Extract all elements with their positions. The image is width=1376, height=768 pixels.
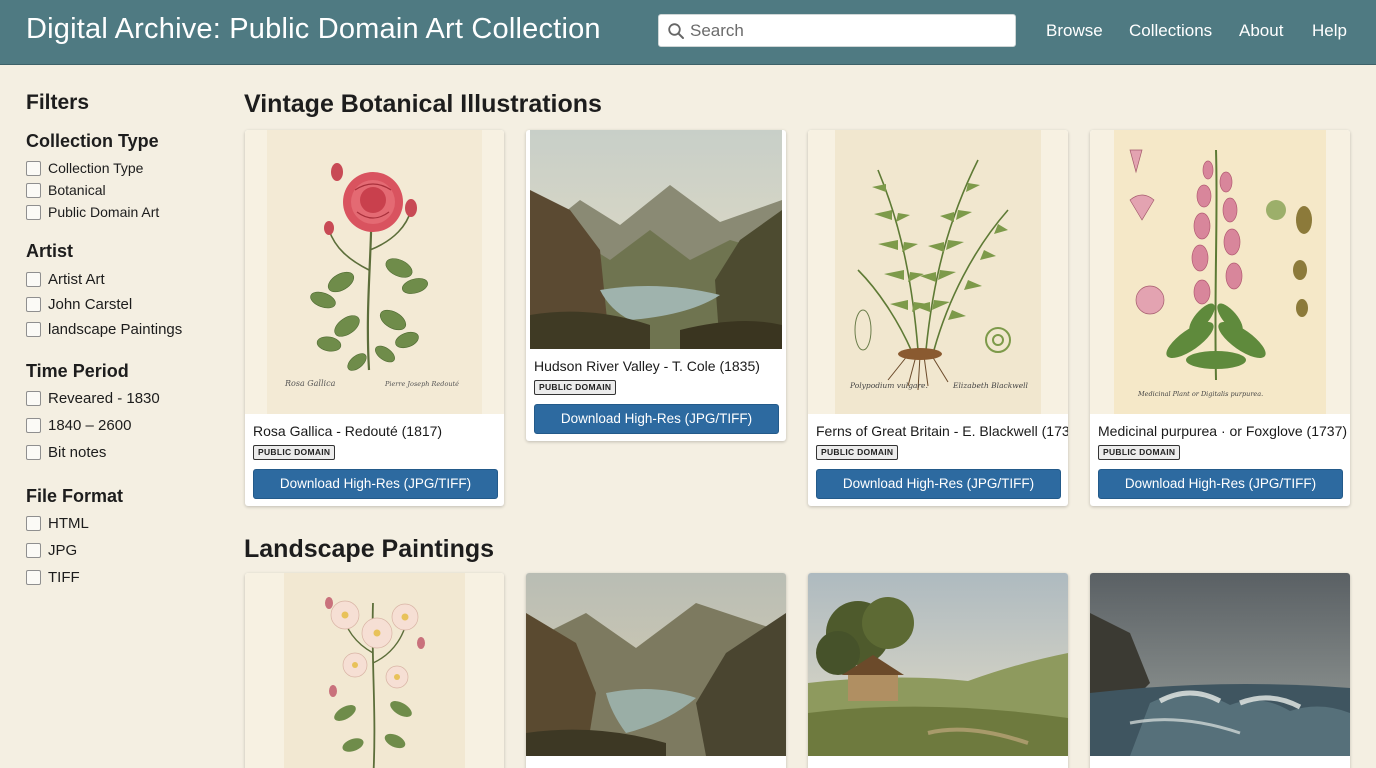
search-box[interactable] [658,14,1016,47]
artwork-card[interactable]: Polypodium vulgare. Elizabeth Blackwell … [808,130,1068,506]
public-domain-badge: PUBLIC DOMAIN [253,445,336,460]
checkbox[interactable] [26,516,41,531]
artwork-title[interactable]: Rosa Gallica - Redouté (1817) [253,423,442,439]
filter-option-jpg[interactable]: JPG [26,542,77,559]
artwork-card[interactable] [808,573,1068,768]
mountain-river-painting-image [526,573,786,756]
top-navigation-bar: Digital Archive: Public Domain Art Colle… [0,0,1376,65]
filter-option-label: JPG [48,542,78,559]
download-button[interactable]: Download High-Res (JPG/TIFF) [534,404,779,434]
artwork-card[interactable] [245,573,504,768]
filter-group-artist-title: Artist [26,241,74,261]
artwork-title[interactable]: Medicinal purpurea · or Foxglove (1737) [1098,423,1347,439]
filter-group-file-format-title: File Format [26,486,124,506]
fern-caption-latin: Polypodium vulgare. [849,381,928,390]
artwork-thumbnail[interactable] [808,573,1068,756]
filter-option-time-2[interactable]: 1840 – 2600 [26,417,131,434]
checkbox[interactable] [26,182,41,198]
checkbox[interactable] [26,160,41,176]
artwork-thumbnail[interactable] [530,130,782,349]
filter-option-label: HTML [48,515,89,532]
rose-caption-latin: Rosa Gallica [284,379,336,388]
filter-option-tiff[interactable]: TIFF [26,569,80,586]
filter-option-time-3[interactable]: Bit notes [26,444,106,461]
filter-option-label: 1840 – 2600 [48,417,132,434]
filter-option-label: TIFF [48,569,80,586]
filter-option-label: John Carstel [48,296,133,313]
download-button[interactable]: Download High-Res (JPG/TIFF) [253,469,498,499]
filter-option-label: Botanical [48,182,106,198]
filter-option-label: Public Domain Art [48,204,160,220]
filter-option-time-1[interactable]: Reveared - 1830 [26,390,160,407]
rose-illustration-image: Rosa Gallica Pierre Joseph Redouté [245,130,504,414]
nav-help[interactable]: Help [1312,21,1347,41]
filter-option-label: Collection Type [48,160,144,176]
artwork-thumbnail[interactable]: Polypodium vulgare. Elizabeth Blackwell [808,130,1068,414]
public-domain-badge: PUBLIC DOMAIN [816,445,899,460]
river-valley-painting-image [530,130,782,349]
filter-option-public-domain-art[interactable]: Public Domain Art [26,204,159,220]
search-input[interactable] [690,16,1010,46]
filter-group-time-period-title: Time Period [26,361,129,381]
filter-option-label: landscape Paintings [48,321,183,338]
filter-option-label: Reveared - 1830 [48,390,160,407]
artwork-card[interactable]: Hudson River Valley - T. Cole (1835) PUB… [526,130,786,441]
artwork-card[interactable]: Medicinal Plant or Digitalis purpurea. M… [1090,130,1350,506]
download-button[interactable]: Download High-Res (JPG/TIFF) [1098,469,1343,499]
foxglove-illustration-image: Medicinal Plant or Digitalis purpurea. [1090,130,1350,414]
nav-about[interactable]: About [1239,21,1283,41]
rose-caption-artist: Pierre Joseph Redouté [384,380,459,388]
filter-option-label: Bit notes [48,444,107,461]
artwork-thumbnail[interactable] [245,573,504,768]
checkbox[interactable] [26,204,41,220]
artwork-title[interactable]: Hudson River Valley - T. Cole (1835) [534,358,760,374]
artwork-thumbnail[interactable] [1090,573,1350,756]
filter-option-collection-type[interactable]: Collection Type [26,160,143,176]
checkbox[interactable] [26,391,41,406]
public-domain-badge: PUBLIC DOMAIN [1098,445,1181,460]
artwork-card[interactable] [1090,573,1350,768]
search-icon [668,23,684,39]
filter-option-label: Artist Art [48,271,105,288]
site-title: Digital Archive: Public Domain Art Colle… [26,13,601,45]
artwork-card[interactable]: Rosa Gallica Pierre Joseph Redouté Rosa … [245,130,504,506]
artwork-title[interactable]: Ferns of Great Britain - E. Blackwell (1… [816,423,1068,439]
filter-option-landscape-paintings[interactable]: landscape Paintings [26,321,182,338]
filter-option-html[interactable]: HTML [26,515,89,532]
filters-heading: Filters [26,91,90,114]
checkbox[interactable] [26,297,41,312]
filter-option-artist-art[interactable]: Artist Art [26,271,105,288]
checkbox[interactable] [26,570,41,585]
nav-browse[interactable]: Browse [1046,21,1103,41]
cottage-landscape-painting-image [808,573,1068,756]
foxglove-caption: Medicinal Plant or Digitalis purpurea. [1137,390,1263,398]
filter-option-botanical[interactable]: Botanical [26,182,106,198]
checkbox[interactable] [26,322,41,337]
fern-caption-artist: Elizabeth Blackwell [952,381,1029,390]
artwork-card[interactable] [526,573,786,768]
section-title-botanical: Vintage Botanical Illustrations [244,90,602,118]
public-domain-badge: PUBLIC DOMAIN [534,380,617,395]
section-title-landscape: Landscape Paintings [244,535,495,563]
wild-rose-illustration-image [245,573,504,768]
filter-group-collection-type-title: Collection Type [26,131,159,151]
checkbox[interactable] [26,543,41,558]
filter-option-john-carstel[interactable]: John Carstel [26,296,132,313]
checkbox[interactable] [26,445,41,460]
download-button[interactable]: Download High-Res (JPG/TIFF) [816,469,1061,499]
fern-illustration-image: Polypodium vulgare. Elizabeth Blackwell [808,130,1068,414]
artwork-thumbnail[interactable]: Medicinal Plant or Digitalis purpurea. [1090,130,1350,414]
nav-collections[interactable]: Collections [1129,21,1212,41]
artwork-thumbnail[interactable]: Rosa Gallica Pierre Joseph Redouté [245,130,504,414]
artwork-thumbnail[interactable] [526,573,786,756]
checkbox[interactable] [26,418,41,433]
stormy-sea-painting-image [1090,573,1350,756]
checkbox[interactable] [26,272,41,287]
